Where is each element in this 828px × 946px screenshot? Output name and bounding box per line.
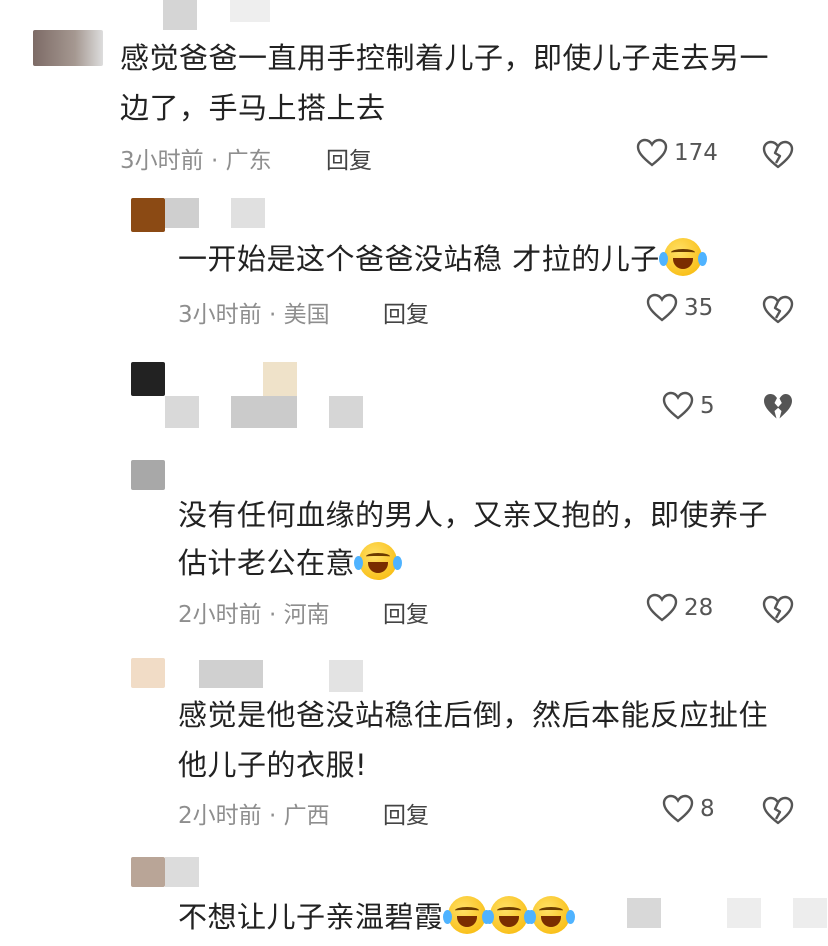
rofl-emoji-icon	[484, 896, 533, 934]
broken-heart-outline-icon[interactable]	[762, 140, 794, 170]
avatar[interactable]	[131, 658, 165, 688]
username-blurred[interactable]	[165, 198, 199, 228]
comment-text: 不想让儿子亲温碧霞	[178, 900, 444, 934]
avatar[interactable]	[131, 857, 165, 887]
heart-outline-icon	[646, 293, 678, 322]
reply-button[interactable]: 回复	[383, 595, 429, 629]
like-button[interactable]: 35	[646, 293, 713, 323]
comment-text-line: 感觉是他爸没站稳往后倒，然后本能反应扯住	[178, 698, 769, 732]
comment-text-line: 估计老公在意	[178, 538, 403, 588]
comment-text-line: 感觉爸爸一直用手控制着儿子，即使儿子走去另一	[120, 41, 770, 75]
heart-outline-icon	[662, 794, 694, 823]
comment-meta: 2小时前 · 河南	[178, 602, 330, 628]
username-blurred[interactable]	[165, 857, 199, 887]
like-count: 5	[700, 393, 715, 419]
heart-outline-icon	[646, 593, 678, 622]
content-blurred	[727, 898, 761, 928]
broken-heart-outline-icon[interactable]	[762, 295, 794, 325]
content-blurred	[793, 898, 827, 928]
comment-text: 估计老公在意	[178, 546, 356, 580]
avatar[interactable]	[131, 460, 165, 490]
comment-text-line: 他儿子的衣服!	[178, 748, 368, 782]
broken-heart-outline-icon[interactable]	[762, 796, 794, 826]
avatar[interactable]	[33, 30, 103, 66]
like-count: 8	[700, 796, 715, 822]
comment-text-line: 不想让儿子亲温碧霞	[178, 892, 575, 942]
like-count: 174	[674, 140, 718, 166]
username-blurred	[263, 362, 297, 396]
content-blurred	[165, 396, 199, 428]
comment-text-line: 一开始是这个爸爸没站稳 才拉的儿子	[178, 234, 707, 284]
like-button[interactable]: 174	[636, 138, 718, 168]
avatar[interactable]	[131, 362, 165, 396]
broken-heart-outline-icon[interactable]	[762, 595, 794, 625]
comment-text-line: 边了，手马上搭上去	[120, 91, 386, 125]
reply-button[interactable]: 回复	[326, 141, 372, 175]
content-blurred	[627, 898, 661, 928]
comment-meta: 3小时前 · 美国	[178, 302, 330, 328]
reply-button[interactable]: 回复	[383, 295, 429, 329]
heart-outline-icon	[662, 391, 694, 420]
rofl-emoji-icon	[658, 238, 707, 276]
rofl-emoji-icon	[526, 896, 575, 934]
username-blurred[interactable]	[199, 660, 263, 688]
comment-meta: 2小时前 · 广西	[178, 803, 330, 829]
reply-button[interactable]: 回复	[383, 796, 429, 830]
username-blurred	[329, 660, 363, 692]
content-blurred	[329, 396, 363, 428]
rofl-emoji-icon	[354, 542, 403, 580]
comment-meta: 3小时前 · 广东	[120, 148, 272, 174]
comment-text: 一开始是这个爸爸没站稳 才拉的儿子	[178, 242, 660, 276]
avatar[interactable]	[131, 198, 165, 232]
like-button[interactable]: 8	[662, 794, 715, 824]
content-blurred	[231, 396, 297, 428]
username-blurred	[231, 198, 265, 228]
rofl-emoji-icon	[442, 896, 491, 934]
like-button[interactable]: 5	[662, 391, 715, 421]
like-button[interactable]: 28	[646, 593, 713, 623]
username-blurred[interactable]	[163, 0, 197, 30]
like-count: 35	[684, 295, 714, 321]
comment-text-line: 没有任何血缘的男人，又亲又抱的，即使养子	[178, 498, 769, 532]
like-count: 28	[684, 595, 714, 621]
username-blurred	[230, 0, 270, 22]
heart-outline-icon	[636, 138, 668, 167]
broken-heart-filled-icon[interactable]	[762, 392, 794, 422]
